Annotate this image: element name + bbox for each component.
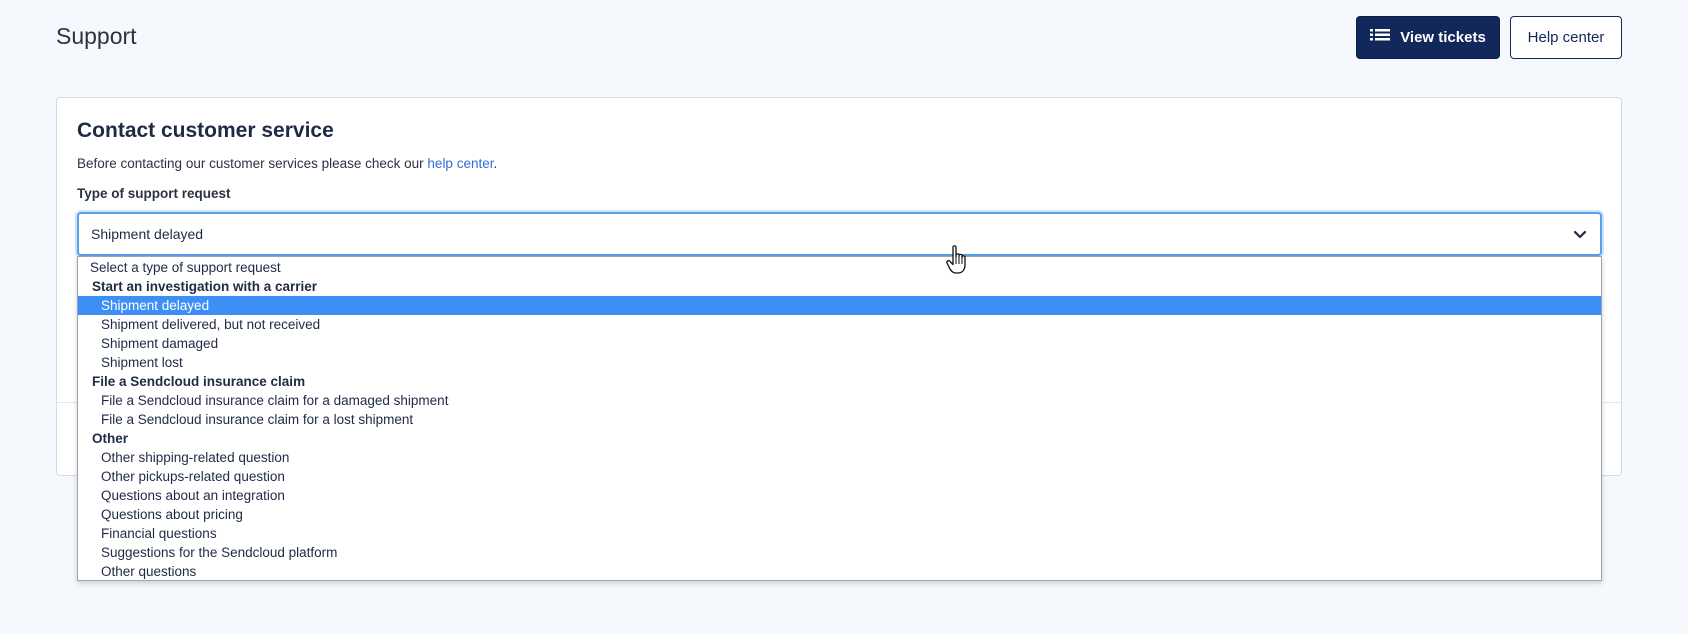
chevron-down-icon xyxy=(1572,226,1588,242)
option-shipment-delayed[interactable]: Shipment delayed xyxy=(78,296,1601,315)
hand-pointer-icon xyxy=(945,244,971,276)
option-shipment-delivered-not-received[interactable]: Shipment delivered, but not received xyxy=(78,315,1601,334)
help-center-link[interactable]: help center xyxy=(427,156,493,171)
view-tickets-label: View tickets xyxy=(1400,29,1486,46)
help-center-button[interactable]: Help center xyxy=(1510,16,1622,59)
view-tickets-button[interactable]: View tickets xyxy=(1356,16,1500,59)
option-insurance-damaged[interactable]: File a Sendcloud insurance claim for a d… xyxy=(78,391,1601,410)
option-shipment-damaged[interactable]: Shipment damaged xyxy=(78,334,1601,353)
option-financial[interactable]: Financial questions xyxy=(78,524,1601,543)
option-integration[interactable]: Questions about an integration xyxy=(78,486,1601,505)
placeholder-option[interactable]: Select a type of support request xyxy=(78,258,1601,277)
option-insurance-lost[interactable]: File a Sendcloud insurance claim for a l… xyxy=(78,410,1601,429)
description-suffix: . xyxy=(493,156,498,171)
list-icon xyxy=(1370,28,1391,48)
group-label: Other xyxy=(92,431,129,446)
card-title: Contact customer service xyxy=(77,119,334,142)
page-title: Support xyxy=(56,23,137,49)
option-suggestions[interactable]: Suggestions for the Sendcloud platform xyxy=(78,543,1601,562)
option-other-pickups[interactable]: Other pickups-related question xyxy=(78,467,1601,486)
description-text: Before contacting our customer services … xyxy=(77,156,428,171)
support-type-select[interactable]: Shipment delayed xyxy=(77,212,1602,256)
option-pricing[interactable]: Questions about pricing xyxy=(78,505,1601,524)
support-type-label: Type of support request xyxy=(77,186,231,201)
option-other-questions[interactable]: Other questions xyxy=(78,562,1601,581)
option-shipment-lost[interactable]: Shipment lost xyxy=(78,353,1601,372)
select-value: Shipment delayed xyxy=(91,226,204,242)
group-label: Start an investigation with a carrier xyxy=(92,279,318,294)
group-label: File a Sendcloud insurance claim xyxy=(92,374,306,389)
option-other-shipping[interactable]: Other shipping-related question xyxy=(78,448,1601,467)
card-description: Before contacting our customer services … xyxy=(77,156,497,171)
support-type-dropdown[interactable]: Select a type of support request Start a… xyxy=(77,256,1602,581)
